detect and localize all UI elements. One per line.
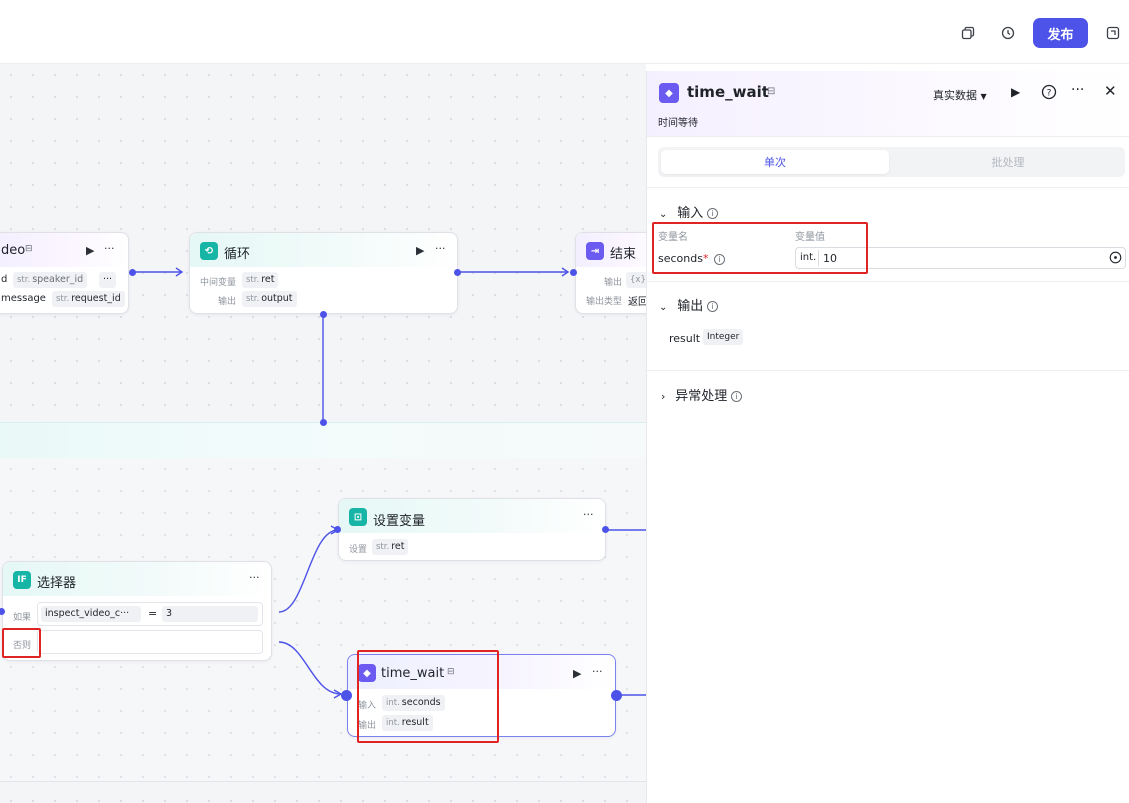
copy-small-icon: ⊟ — [25, 244, 33, 254]
more-icon[interactable]: ··· — [249, 571, 260, 584]
node-title: 选择器 — [37, 576, 77, 591]
more-tag[interactable]: ··· — [99, 272, 117, 288]
set-variable-node[interactable]: ⊡ 设置变量 ··· 设置 str. ret — [338, 498, 606, 561]
highlight-else — [2, 628, 41, 658]
more-icon[interactable]: ··· — [592, 665, 603, 678]
node-title: 结束 — [610, 247, 637, 262]
history-icon[interactable] — [995, 20, 1021, 46]
copy-small-icon[interactable]: ⊟ — [767, 86, 775, 97]
info-icon: i — [707, 301, 719, 312]
condition-value[interactable]: 3 — [162, 606, 258, 622]
variable-icon: ⊡ — [349, 508, 367, 526]
copy-icon[interactable] — [955, 20, 981, 46]
if-icon: IF — [13, 571, 31, 589]
input-port[interactable] — [341, 690, 352, 701]
if-label: 如果 — [13, 613, 32, 623]
output-type-tag: Integer — [703, 329, 744, 345]
condition-operator[interactable]: = — [148, 607, 157, 620]
else-row[interactable] — [37, 630, 263, 654]
node-title: 循环 — [224, 247, 251, 262]
panel-header: ◆ time_wait ⊟ 时间等待 真实数据 ▼ ▶ ? ··· ✕ — [647, 71, 1129, 137]
close-icon[interactable]: ✕ — [1104, 82, 1117, 100]
output-port[interactable] — [611, 690, 622, 701]
var-tag: str. request_id — [52, 291, 125, 307]
var-tag: str. speaker_id — [13, 272, 88, 288]
condition-var[interactable]: inspect_video_c··· — [41, 606, 141, 622]
info-icon: i — [707, 208, 719, 219]
workflow-canvas[interactable]: deo ⊟ ▶ ··· d str. speaker_id ··· message… — [0, 64, 646, 803]
data-source-select[interactable]: 真实数据 ▼ — [933, 87, 987, 103]
more-icon[interactable]: ··· — [435, 242, 446, 255]
node-config-panel: ◆ time_wait ⊟ 时间等待 真实数据 ▼ ▶ ? ··· ✕ 单次 批… — [646, 71, 1129, 803]
run-icon[interactable]: ▶ — [416, 244, 424, 257]
svg-text:?: ? — [1047, 89, 1052, 99]
var-tag: {x} — [626, 272, 646, 288]
highlight-input — [652, 222, 868, 274]
plugin-icon: ◆ — [659, 83, 679, 103]
output-port[interactable] — [454, 269, 461, 276]
var-tag: str. ret — [372, 539, 409, 555]
more-icon[interactable]: ··· — [1071, 82, 1084, 98]
tab-single[interactable]: 单次 — [661, 150, 889, 174]
help-icon[interactable]: ? — [1041, 84, 1057, 103]
loop-node[interactable]: ⟲ 循环 ▶ ··· 中间变量 str. ret 输出 str. output — [189, 232, 458, 314]
end-node[interactable]: ⇥ 结束 输出 {x} 输出类型 返回 — [575, 232, 646, 314]
panel-icon[interactable] — [1100, 20, 1126, 46]
info-icon: i — [731, 391, 743, 402]
publish-button[interactable]: 发布 — [1033, 18, 1088, 48]
var-tag: str. output — [242, 291, 297, 307]
run-icon[interactable]: ▶ — [86, 244, 94, 257]
input-port[interactable] — [334, 526, 341, 533]
panel-subtitle: 时间等待 — [658, 118, 698, 129]
condition-row[interactable]: inspect_video_c··· = 3 — [37, 602, 263, 626]
exception-section-header[interactable]: › 异常处理 i — [661, 385, 743, 404]
loop-icon: ⟲ — [200, 242, 218, 260]
video-node[interactable]: deo ⊟ ▶ ··· d str. speaker_id ··· message… — [0, 232, 129, 314]
panel-title: time_wait — [687, 83, 769, 101]
output-var-name: result — [669, 332, 701, 345]
variable-ref-icon[interactable] — [1109, 251, 1122, 267]
more-icon[interactable]: ··· — [583, 508, 594, 521]
loop-body-port[interactable] — [320, 419, 327, 426]
highlight-time-wait — [357, 650, 499, 743]
run-icon[interactable]: ▶ — [573, 667, 581, 680]
node-title: 设置变量 — [373, 514, 426, 529]
run-icon[interactable]: ▶ — [1011, 85, 1020, 99]
end-icon: ⇥ — [586, 242, 604, 260]
node-title: deo — [1, 243, 26, 258]
input-port[interactable] — [570, 269, 577, 276]
top-toolbar: 发布 — [0, 0, 1129, 64]
run-mode-tabs: 单次 批处理 — [658, 147, 1125, 177]
tab-batch[interactable]: 批处理 — [894, 150, 1122, 174]
var-tag: str. ret — [242, 272, 279, 288]
output-port[interactable] — [129, 269, 136, 276]
more-icon[interactable]: ··· — [104, 242, 115, 255]
output-section-header[interactable]: ⌄ 输出 i — [659, 295, 719, 314]
input-section-header[interactable]: ⌄ 输入 i — [659, 202, 719, 221]
selector-node[interactable]: IF 选择器 ··· 如果 inspect_video_c··· = 3 否则 — [2, 561, 272, 661]
loop-port[interactable] — [320, 311, 327, 318]
output-port[interactable] — [602, 526, 609, 533]
